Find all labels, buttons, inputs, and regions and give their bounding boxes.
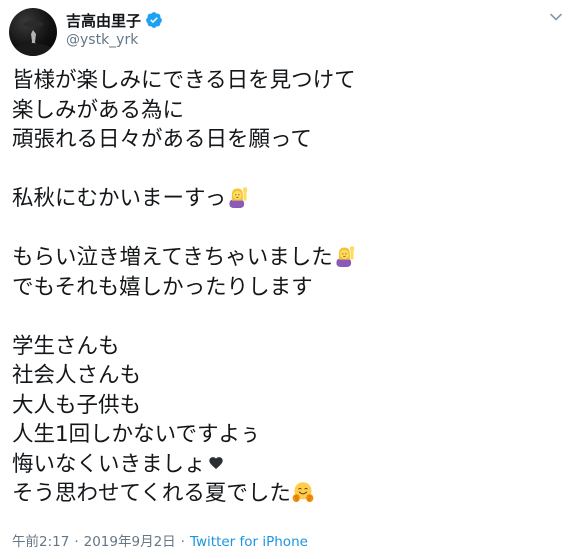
- tweet-line-text: そう思わせてくれる夏でした: [12, 481, 291, 506]
- tweet-line: そう思わせてくれる夏でした: [12, 479, 572, 509]
- tweet-source-link[interactable]: Twitter for iPhone: [190, 534, 308, 550]
- tweet-line-text: 私秋にむかいまーすっ: [12, 186, 227, 211]
- person-raising-hand-emoji: [336, 246, 354, 267]
- tweet-card: 吉高由里子 @ystk_yrk 皆様が楽しみにできる日を見つけて 楽しみがある為…: [0, 0, 581, 559]
- person-raising-hand-emoji: [229, 187, 248, 208]
- tweet-line: でもそれも嬉しかったりします: [12, 273, 572, 303]
- tweet-line: 大人も子供も: [12, 391, 572, 421]
- tweet-time[interactable]: 午前2:17: [12, 534, 69, 550]
- tweet-line: 社会人さんも: [12, 361, 572, 391]
- tweet-line: 皆様が楽しみにできる日を見つけて: [12, 66, 572, 96]
- tweet-line-text: 頑張れる日々がある日を願って: [12, 127, 312, 152]
- tweet-line-text: 皆様が楽しみにできる日を見つけて: [12, 68, 356, 93]
- display-name[interactable]: 吉高由里子: [66, 10, 141, 31]
- hugging-face-emoji: [292, 482, 314, 503]
- tweet-line-text: 楽しみがある為に: [12, 97, 185, 123]
- chevron-down-icon[interactable]: [549, 10, 563, 24]
- meta-separator: ·: [74, 534, 79, 550]
- tweet-text: 皆様が楽しみにできる日を見つけて 楽しみがある為に 頑張れる日々がある日を願って…: [12, 66, 572, 509]
- tweet-line: 頑張れる日々がある日を願って: [12, 125, 572, 155]
- tweet-line-text: 社会人さんも: [12, 363, 142, 388]
- tweet-line-text: 悔いなくいきましょ: [12, 451, 206, 477]
- tweet-line-text: でもそれも嬉しかったりします: [12, 274, 313, 300]
- tweet-line: 楽しみがある為に: [12, 96, 572, 126]
- tweet-line-text: 人生1回しかないですよぅ: [12, 422, 261, 447]
- tweet-line-text: 学生さんも: [12, 333, 120, 359]
- meta-separator: ·: [180, 534, 185, 550]
- tweet-line-text: もらい泣き増えてきちゃいました: [12, 245, 333, 270]
- tweet-line: 私秋にむかいまーすっ: [12, 184, 572, 214]
- profile-avatar[interactable]: [9, 8, 57, 56]
- author-handle[interactable]: @ystk_yrk: [66, 32, 138, 48]
- tweet-date[interactable]: 2019年9月2日: [84, 534, 176, 550]
- tweet-line: もらい泣き増えてきちゃいました: [12, 243, 572, 273]
- author-name-row[interactable]: 吉高由里子: [66, 10, 163, 30]
- avatar-image: [14, 21, 52, 56]
- verified-badge-icon: [146, 12, 162, 28]
- black-heart-icon: [208, 456, 223, 469]
- tweet-line-text: 大人も子供も: [12, 392, 142, 418]
- tweet-line: 人生1回しかないですよぅ: [12, 420, 572, 450]
- tweet-metadata: 午前2:17 · 2019年9月2日 · Twitter for iPhone: [12, 530, 308, 550]
- tweet-line: 悔いなくいきましょ: [12, 450, 572, 480]
- tweet-line: 学生さんも: [12, 332, 572, 362]
